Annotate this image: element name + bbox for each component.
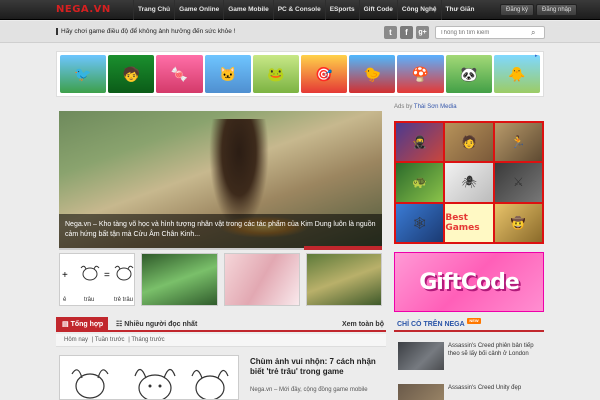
nav-item-home[interactable]: Trang Chủ (133, 0, 174, 20)
exclusive-item-image (398, 342, 444, 370)
ad-choices-icon[interactable]: ▸ (535, 53, 542, 60)
game-ad-grid[interactable]: 🥷 🧑 🏃 🐢 🕷 ⚔ 🕸 Best Games 🤠 (394, 121, 544, 244)
slider-image (209, 119, 269, 229)
site-logo[interactable]: NEGA.VN (56, 4, 111, 15)
best-games-logo: Best Games (445, 212, 480, 233)
article-title[interactable]: Chùm ảnh vui nhộn: 7 cách nhận biết 'trẻ… (250, 357, 385, 377)
game-ad-cell[interactable]: 🧑 (445, 123, 493, 162)
game-ad-cell[interactable]: 🕸 (396, 203, 444, 242)
exclusive-item-title[interactable]: Assassin's Creed phiên bản tiếp theo sẽ … (448, 342, 544, 358)
slider-caption[interactable]: Nega.vn – Kho tàng võ học và hình tượng … (59, 214, 382, 248)
new-badge: NEW (467, 318, 481, 324)
search-input[interactable] (435, 26, 545, 39)
game-ad-cell[interactable]: 🐢 (396, 163, 444, 202)
cut-the-rope-tile[interactable]: 🐸 (252, 55, 300, 93)
nav-item-esports[interactable]: ESports (324, 0, 359, 20)
flappy-bird-tile[interactable]: 🐥 (493, 55, 541, 93)
thumbnail-item[interactable] (141, 253, 218, 306)
game-ad-cell[interactable]: 🥷 (396, 123, 444, 162)
talking-tom-tile[interactable]: 🐱 (204, 55, 251, 93)
facebook-icon[interactable]: f (400, 26, 413, 39)
register-button[interactable]: Đăng ký (500, 4, 535, 16)
thumb-label-trau: trâu (84, 297, 95, 303)
game-ad-cell[interactable]: 🏃 (494, 123, 542, 162)
ben-10-tile[interactable]: 🧒 (108, 55, 155, 93)
panda-tile[interactable]: 🐼 (445, 55, 492, 93)
exclusive-item[interactable]: Assassin's Creed phiên bản tiếp theo sẽ … (398, 342, 544, 376)
login-button[interactable]: Đăng nhập (536, 4, 578, 16)
exclusive-item-title[interactable]: Assassin's Creed Unity đẹp (448, 384, 544, 392)
slider-thumbnails: + = ê trâu trẻ trâu (59, 253, 382, 306)
notice-bar: Hãy chơi game điều độ để không ảnh hưởng… (0, 21, 600, 43)
giftcode-banner[interactable]: GiftCode (394, 252, 544, 312)
exclusive-item-image (398, 384, 444, 400)
filter-today[interactable]: Hôm nay (64, 337, 88, 343)
nav-item-gift-code[interactable]: Gift Code (358, 0, 397, 20)
thumbnail-item[interactable] (223, 253, 300, 306)
ads-by-text: Ads by (394, 104, 413, 110)
main-nav: Trang Chủ Game Online Game Mobile PC & C… (133, 0, 478, 20)
best-games-cell[interactable]: Best Games (445, 203, 493, 242)
time-filter: Hôm nay | Tuần trước | Tháng trước (56, 334, 386, 347)
featured-slider[interactable]: Nega.vn – Kho tàng võ học và hình tượng … (59, 111, 382, 248)
svg-text:=: = (104, 270, 110, 281)
game-ad-cell[interactable]: 🤠 (494, 203, 542, 242)
slider-progress-active (304, 246, 382, 250)
candy-crush-tile[interactable]: 🍬 (156, 55, 203, 93)
filter-last-month[interactable]: Tháng trước (131, 337, 164, 343)
thumbnail-item[interactable] (305, 253, 382, 306)
tab-tong-hop-label: Tổng hợp (70, 321, 104, 328)
game-ad-cell[interactable]: 🕷 (445, 163, 493, 202)
nav-item-cong-nghe[interactable]: Công Nghệ (396, 0, 441, 20)
thumb-label-e: ê (63, 297, 67, 303)
view-all-link[interactable]: Xem toàn bộ (342, 317, 384, 332)
thumb-label-tre-trau: trẻ trâu (114, 297, 134, 303)
twitter-icon[interactable]: t (384, 26, 397, 39)
shooter-game-tile[interactable]: 🎯 (301, 55, 348, 93)
ads-label: Ads by Thái Sơn Media (394, 104, 544, 110)
exclusive-section-title: CHỈ CÓ TRÊN NEGA NEW (394, 318, 544, 332)
exclusive-item[interactable]: Assassin's Creed Unity đẹp (398, 384, 544, 400)
article-thumbnail[interactable] (59, 355, 239, 400)
search-icon[interactable]: ⌕ (531, 28, 540, 37)
tab-tong-hop[interactable]: ▤ Tổng hợp (56, 317, 108, 332)
health-notice: Hãy chơi game điều độ để không ảnh hưởng… (56, 28, 235, 35)
mario-tile[interactable]: 🍄 (397, 55, 444, 93)
article-excerpt: Nega.vn – Mới đây, cộng đồng game mobile (250, 387, 368, 393)
game-ad-cell[interactable]: ⚔ (494, 163, 542, 202)
angry-birds-tile[interactable]: 🐦 (60, 55, 107, 93)
tab-most-read[interactable]: ☷ Nhiều người đọc nhất (116, 317, 197, 332)
google-plus-icon[interactable]: g+ (416, 26, 429, 39)
thumbnail-item[interactable]: + = ê trâu trẻ trâu (59, 253, 136, 306)
nav-item-game-mobile[interactable]: Game Mobile (223, 0, 272, 20)
comic-buffalo-image (71, 368, 229, 399)
nav-item-pc-console[interactable]: PC & Console (272, 0, 325, 20)
top-navbar: NEGA.VN Trang Chủ Game Online Game Mobil… (0, 0, 600, 20)
nav-item-game-online[interactable]: Game Online (174, 0, 223, 20)
exclusive-title-text: CHỈ CÓ TRÊN NEGA (397, 321, 465, 328)
nav-item-thu-gian[interactable]: Thư Giãn (440, 0, 479, 20)
game-banner-ad[interactable]: 🐦 🧒 🍬 🐱 🐸 🎯 🐤 🍄 🐼 🐥 ▸ (56, 51, 544, 97)
svg-text:+: + (62, 270, 68, 281)
tab-most-read-label: Nhiều người đọc nhất (124, 321, 198, 328)
news-tabs: ▤ Tổng hợp ☷ Nhiều người đọc nhất Xem to… (56, 317, 386, 332)
angry-birds-red-tile[interactable]: 🐤 (349, 55, 396, 93)
ads-source-link[interactable]: Thái Sơn Media (414, 104, 457, 110)
filter-last-week[interactable]: Tuần trước (95, 337, 125, 343)
